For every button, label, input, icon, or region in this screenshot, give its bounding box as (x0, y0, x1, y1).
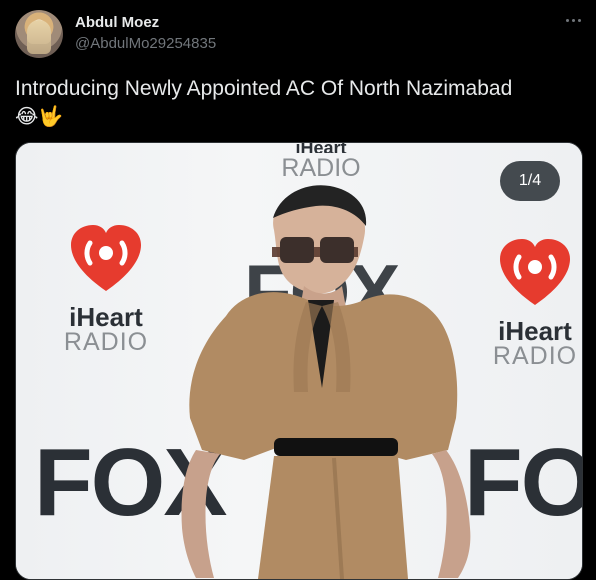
iheart-right-icon (500, 239, 570, 305)
iheart-right-line1: iHeart (498, 316, 572, 346)
iheart-left-line2: RADIO (63, 328, 149, 356)
media-counter-badge[interactable]: 1/4 (500, 161, 560, 201)
avatar-figure (27, 20, 51, 54)
tweet-text: Introducing Newly Appointed AC Of North … (15, 77, 513, 100)
person-photo (181, 185, 471, 579)
iheart-right-logo: iHeart RADIO (489, 235, 581, 369)
iheart-left-icon (71, 225, 141, 291)
avatar[interactable] (15, 10, 63, 58)
author-name[interactable]: Abdul Moez (75, 14, 159, 31)
iheart-left-line1: iHeart (69, 302, 143, 332)
author-handle[interactable]: @AbdulMo29254835 (75, 35, 216, 52)
more-horizontal-icon[interactable] (563, 10, 583, 30)
iheart-text-top: iHeart (295, 143, 347, 153)
tweet-emojis: 😂🤟 (15, 106, 64, 128)
tweet-text-container: Introducing Newly Appointed AC Of North … (15, 75, 585, 131)
iheart-left-logo: iHeart RADIO (60, 221, 152, 355)
tweet-media[interactable]: iHeart RADIO iHeart RADIO iHeart RADIO F… (15, 142, 583, 580)
iheart-right-line2: RADIO (492, 342, 578, 370)
